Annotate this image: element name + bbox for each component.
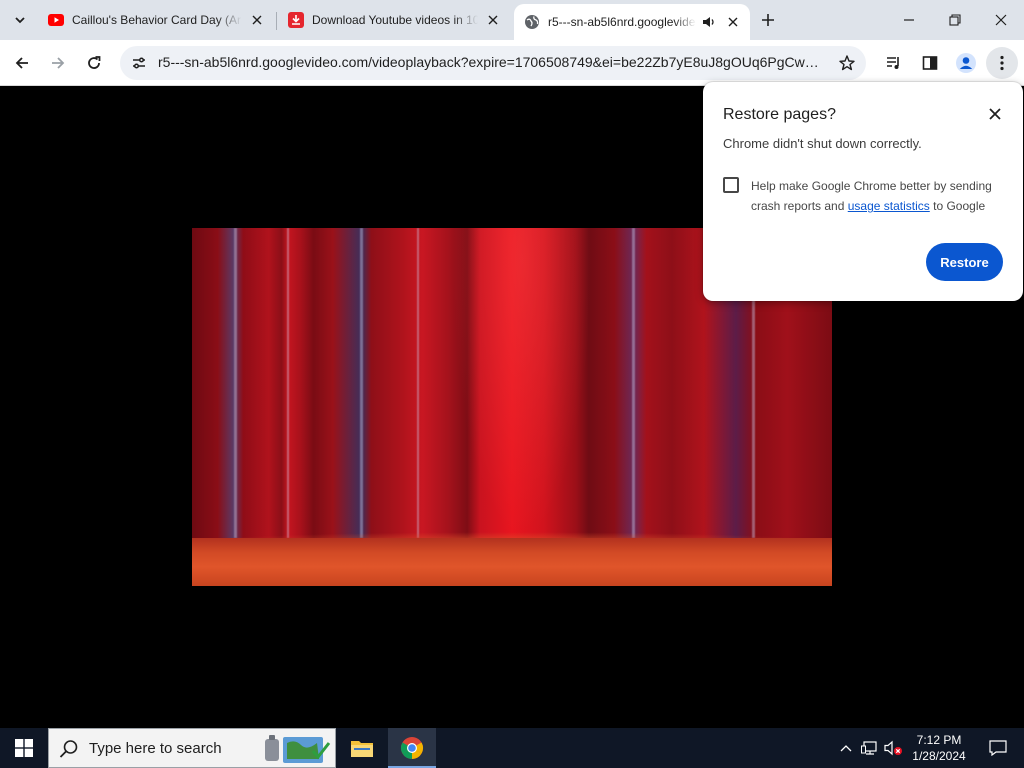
profile-icon <box>956 53 976 73</box>
close-tab-icon[interactable] <box>724 13 742 31</box>
tab-title: Caillou's Behavior Card Day (Ar <box>72 13 242 27</box>
media-control-button[interactable] <box>878 47 910 79</box>
download-icon <box>288 12 304 28</box>
network-icon[interactable] <box>860 738 880 758</box>
browser-toolbar: r5---sn-ab5l6nrd.googlevideo.com/videopl… <box>0 40 1024 86</box>
tab-googlevideo-active[interactable]: r5---sn-ab5l6nrd.googlevideo <box>514 4 750 40</box>
restore-window-button[interactable] <box>932 0 978 40</box>
windows-taskbar: Type here to search 7:12 PM 1/28/2024 <box>0 728 1024 768</box>
usage-statistics-link[interactable]: usage statistics <box>848 199 930 213</box>
close-icon <box>995 14 1007 26</box>
search-icon <box>59 740 78 758</box>
checkbox-label: Help make Google Chrome better by sendin… <box>751 176 1007 216</box>
tab-caillou[interactable]: Caillou's Behavior Card Day (Ar <box>38 6 274 34</box>
menu-button[interactable] <box>986 47 1018 79</box>
side-panel-button[interactable] <box>914 47 946 79</box>
side-panel-icon <box>922 56 938 70</box>
speaker-icon[interactable] <box>700 13 718 31</box>
tray-overflow-chevron-icon[interactable] <box>836 738 856 758</box>
taskbar-search-box[interactable]: Type here to search <box>48 728 336 768</box>
curtain-streak <box>417 228 419 538</box>
new-tab-button[interactable] <box>754 6 782 34</box>
curtain-highlight <box>452 228 592 538</box>
media-queue-icon <box>887 57 899 69</box>
clock-time: 7:12 PM <box>916 733 962 747</box>
stage-floor <box>192 538 832 586</box>
dialog-message: Chrome didn't shut down correctly. <box>723 136 922 151</box>
tab-title: Download Youtube videos in 10 <box>312 13 478 27</box>
tab-search-button[interactable] <box>6 6 34 34</box>
reload-button[interactable] <box>78 47 110 79</box>
tab-separator <box>276 12 277 30</box>
restore-pages-dialog: Restore pages? Chrome didn't shut down c… <box>703 82 1023 301</box>
curtain-streak <box>360 228 363 538</box>
search-placeholder: Type here to search <box>89 740 222 757</box>
start-button[interactable] <box>0 728 48 768</box>
bookmark-star-icon[interactable] <box>834 50 860 76</box>
windows-logo-icon <box>15 739 33 757</box>
close-tab-icon[interactable] <box>248 11 266 29</box>
arrow-left-icon <box>15 57 28 69</box>
site-info-icon[interactable] <box>126 50 152 76</box>
curtain-streak <box>234 228 237 538</box>
minimize-icon <box>904 19 914 21</box>
close-tab-icon[interactable] <box>484 11 502 29</box>
volume-muted-icon[interactable] <box>884 738 904 758</box>
arrow-right-icon <box>52 57 65 69</box>
plus-icon <box>762 14 774 26</box>
tab-title: r5---sn-ab5l6nrd.googlevideo <box>548 15 696 29</box>
taskbar-chrome[interactable] <box>388 728 436 768</box>
close-icon <box>989 108 1001 120</box>
restore-button[interactable]: Restore <box>926 243 1003 281</box>
kebab-menu-icon <box>1000 55 1004 71</box>
back-button[interactable] <box>6 47 38 79</box>
close-window-button[interactable] <box>978 0 1024 40</box>
curtain-streak <box>632 228 635 538</box>
restore-window-icon <box>949 14 961 26</box>
reload-icon <box>88 56 101 69</box>
taskbar-clock[interactable]: 7:12 PM 1/28/2024 <box>906 732 972 764</box>
globe-icon <box>524 14 540 30</box>
clock-date: 1/28/2024 <box>912 749 966 763</box>
youtube-icon <box>48 12 64 28</box>
checkbox-label-text-end: to Google <box>933 199 986 213</box>
taskbar-file-explorer[interactable] <box>338 728 386 768</box>
url-text[interactable]: r5---sn-ab5l6nrd.googlevideo.com/videopl… <box>158 54 828 70</box>
folder-icon <box>351 741 373 757</box>
dialog-title: Restore pages? <box>723 106 836 123</box>
address-bar[interactable]: r5---sn-ab5l6nrd.googlevideo.com/videopl… <box>120 46 866 80</box>
tab-download-youtube[interactable]: Download Youtube videos in 10 <box>278 6 510 34</box>
crash-report-checkbox[interactable] <box>723 177 739 193</box>
dialog-close-button[interactable] <box>985 104 1005 124</box>
curtain-streak <box>287 228 289 538</box>
chevron-down-icon <box>15 17 25 24</box>
forward-button[interactable] <box>42 47 74 79</box>
chrome-icon <box>401 737 423 759</box>
notification-center-button[interactable] <box>978 728 1018 768</box>
search-highlight-icon <box>265 735 331 763</box>
minimize-button[interactable] <box>886 0 932 40</box>
tab-strip: Caillou's Behavior Card Day (Ar Download… <box>0 0 1024 40</box>
profile-button[interactable] <box>950 47 982 79</box>
notification-icon <box>989 740 1007 756</box>
